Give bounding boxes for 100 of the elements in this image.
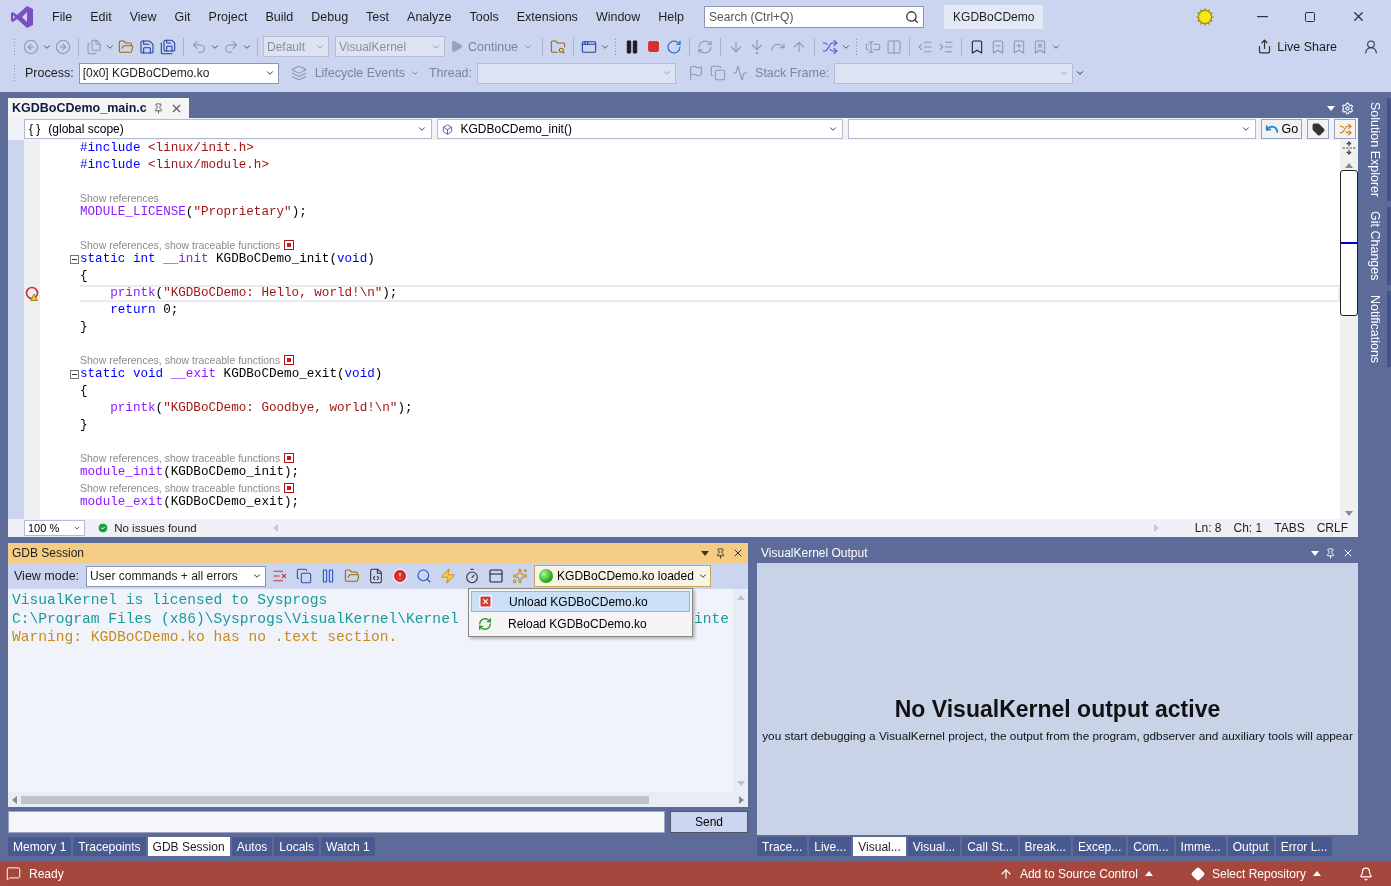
panel-tab[interactable]: Autos: [231, 837, 273, 856]
layers-icon[interactable]: [290, 65, 307, 81]
tag-button[interactable]: [1307, 119, 1330, 139]
menu-item[interactable]: Unload KGDBoCDemo.ko: [471, 591, 690, 612]
pin-icon[interactable]: [1325, 547, 1336, 559]
panel-tab[interactable]: Live...: [809, 837, 852, 856]
menu-item[interactable]: Help: [650, 5, 693, 28]
search-icon[interactable]: [416, 568, 433, 584]
save-icon[interactable]: [139, 38, 155, 55]
scope-dropdown[interactable]: { } (global scope): [24, 119, 432, 139]
scroll-arrow-icon[interactable]: [1345, 163, 1353, 168]
panel-tab[interactable]: Com...: [1128, 837, 1174, 856]
panel-tab[interactable]: Memory 1: [8, 837, 72, 856]
folder-icon[interactable]: [344, 568, 361, 584]
forward-icon[interactable]: [55, 38, 71, 55]
column-number[interactable]: Ch: 1: [1233, 521, 1263, 535]
close-icon[interactable]: [732, 547, 744, 559]
trace-marker-icon[interactable]: [284, 240, 295, 250]
issues-status[interactable]: No issues found: [114, 522, 197, 534]
flag-icon[interactable]: [688, 65, 705, 81]
menu-item[interactable]: Window: [587, 5, 649, 28]
menu-item[interactable]: Git: [166, 5, 199, 28]
window-icon[interactable]: [581, 38, 598, 55]
copy-icon[interactable]: [296, 568, 313, 584]
menu-item[interactable]: View: [121, 5, 165, 28]
breakpoint-warning-icon[interactable]: [24, 286, 40, 301]
panel-tab[interactable]: Watch 1: [321, 837, 375, 856]
lightning-icon[interactable]: [440, 568, 457, 584]
panel-tab[interactable]: Error L...: [1275, 837, 1333, 856]
scroll-arrow-icon[interactable]: [1345, 511, 1353, 516]
process-dropdown[interactable]: [0x0] KGDBoCDemo.ko: [78, 62, 279, 84]
scroll-thumb[interactable]: [1340, 170, 1358, 316]
new-window-icon[interactable]: [512, 568, 529, 584]
code-lens[interactable]: Show references, show traceable functions: [80, 239, 281, 251]
scroll-arrow-icon[interactable]: [1144, 871, 1153, 876]
restart-icon[interactable]: [666, 38, 683, 55]
menu-item[interactable]: Reload KGDBoCDemo.ko: [471, 613, 690, 634]
menu-item[interactable]: Project: [200, 5, 256, 28]
collapse-icon[interactable]: [70, 255, 79, 264]
scroll-arrow-icon[interactable]: [1313, 871, 1321, 876]
panel-tab[interactable]: GDB Session: [147, 837, 230, 856]
module-status-dropdown[interactable]: KGDBoCDemo.ko loaded: [534, 565, 711, 587]
dropdown-icon[interactable]: [1327, 105, 1335, 111]
menu-item[interactable]: Analyze: [399, 5, 460, 28]
cursor-icon[interactable]: [865, 38, 882, 55]
code-file-icon[interactable]: [368, 568, 385, 584]
trace-marker-icon[interactable]: [284, 453, 295, 463]
gear-icon[interactable]: [1195, 6, 1215, 27]
back-icon[interactable]: [23, 38, 39, 55]
search-field[interactable]: Search (Ctrl+Q): [704, 5, 925, 28]
settings-icon[interactable]: [1341, 101, 1354, 115]
document-tab[interactable]: KGDBoCDemo_main.c: [8, 98, 189, 118]
menu-item[interactable]: Debug: [303, 5, 357, 28]
refresh-icon[interactable]: [697, 38, 714, 55]
code-lens[interactable]: Show references, show traceable functions: [80, 452, 281, 464]
collapse-icon[interactable]: [70, 370, 79, 379]
columns-icon[interactable]: [886, 38, 903, 55]
code-lens[interactable]: Show references: [80, 192, 159, 204]
panel-tab[interactable]: Tracepoints: [73, 837, 146, 856]
menu-item[interactable]: Test: [358, 5, 398, 28]
split-icon[interactable]: [1342, 141, 1356, 155]
menu-item[interactable]: Edit: [82, 5, 120, 28]
scroll-thumb[interactable]: [21, 795, 649, 804]
dropdown-icon[interactable]: [1311, 550, 1319, 556]
menu-item[interactable]: Tools: [461, 5, 507, 28]
panel-tab[interactable]: Output: [1227, 837, 1274, 856]
select-repository-button[interactable]: Select Repository: [1184, 865, 1327, 882]
folder-search-icon[interactable]: [550, 38, 567, 55]
pin-icon[interactable]: [715, 547, 726, 559]
panel-tab[interactable]: Imme...: [1175, 837, 1226, 856]
pin-icon[interactable]: [152, 102, 164, 114]
panel-tab[interactable]: Break...: [1019, 837, 1071, 856]
threads-icon[interactable]: [822, 38, 839, 55]
close-icon[interactable]: [1342, 547, 1354, 559]
panel-tab[interactable]: Trace...: [757, 837, 808, 856]
new-file-icon[interactable]: [86, 38, 102, 55]
alert-icon[interactable]: [392, 568, 409, 584]
indent-mode[interactable]: TABS: [1274, 521, 1305, 535]
panel-tab[interactable]: Call St...: [962, 837, 1018, 856]
line-ending[interactable]: CRLF: [1316, 521, 1348, 535]
live-share-button[interactable]: Live Share: [1253, 37, 1341, 56]
activity-icon[interactable]: [732, 65, 749, 81]
send-button[interactable]: Send: [670, 811, 748, 833]
open-folder-icon[interactable]: [118, 38, 134, 55]
trace-marker-icon[interactable]: [284, 355, 295, 365]
panel-tab[interactable]: Visual...: [853, 837, 906, 856]
person-icon[interactable]: [1363, 38, 1379, 55]
code-lens[interactable]: Show references, show traceable functions: [80, 354, 281, 366]
message-icon[interactable]: [6, 866, 21, 881]
panel-tab[interactable]: Excep...: [1072, 837, 1127, 856]
copy-icon[interactable]: [710, 65, 727, 81]
panel-tab[interactable]: Locals: [274, 837, 319, 856]
scroll-arrow-icon[interactable]: [12, 795, 17, 804]
function-dropdown[interactable]: KGDBoCDemo_init(): [436, 119, 844, 139]
add-to-source-control-button[interactable]: Add to Source Control: [992, 865, 1159, 882]
menu-item[interactable]: Build: [257, 5, 302, 28]
clear-icon[interactable]: [272, 568, 289, 584]
trace-marker-icon[interactable]: [284, 483, 295, 493]
dropdown-icon[interactable]: [701, 550, 709, 556]
panel-tab[interactable]: Visual...: [907, 837, 961, 856]
